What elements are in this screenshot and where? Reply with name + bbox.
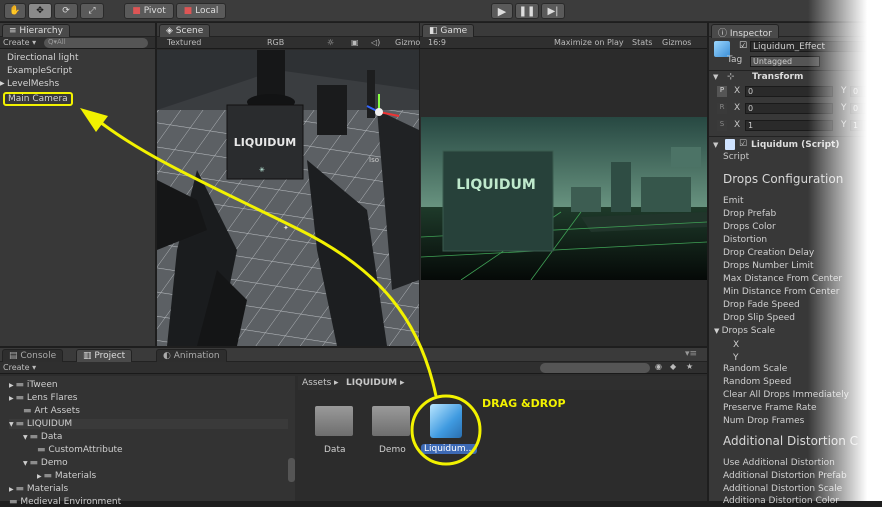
highlight-circle [410,394,482,466]
drag-arrow-head [80,108,108,132]
annotation-overlay: DRAG &DROP [80,108,566,466]
drag-arrow-path [99,120,438,397]
drag-drop-label: DRAG &DROP [482,397,566,410]
